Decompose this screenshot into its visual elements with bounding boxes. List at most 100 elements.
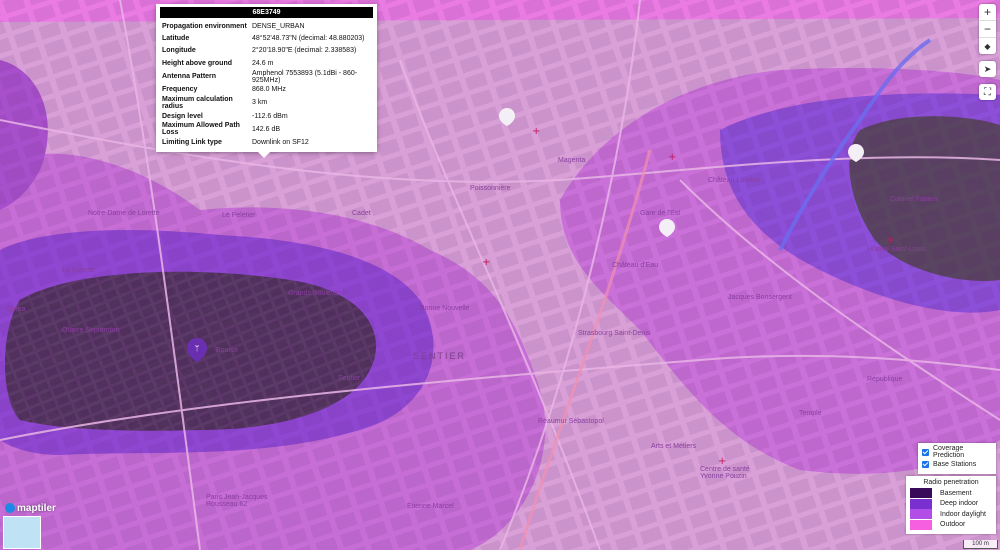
info-value: 868.0 MHz [252, 86, 286, 94]
street-label: Château Landon [708, 177, 760, 184]
street-label: Colonel Fabien [890, 196, 938, 203]
street-label: Grands Boulevards [288, 290, 348, 297]
zoom-out-button[interactable]: − [979, 21, 996, 38]
info-value: -112.6 dBm [252, 112, 288, 120]
street-label: Hôpital Saint-Louis [867, 246, 926, 253]
street-label: Cadet [352, 210, 371, 217]
station-id-header: 68E3749 [160, 7, 373, 18]
street-label: Poissonnière [470, 185, 511, 192]
info-key: Limiting Link type [162, 139, 222, 147]
station-info-popup: 68E3749 Propagation environment DENSE_URB… [156, 4, 377, 158]
street-label: Bourse [216, 347, 239, 354]
legend-swatch [910, 498, 932, 509]
maptiler-logo-icon [5, 503, 15, 513]
maptiler-logo[interactable]: maptiler [5, 502, 56, 514]
compass-button[interactable]: ◆ [979, 38, 996, 54]
fullscreen-icon[interactable]: ⛶ [979, 84, 996, 100]
info-row: Limiting Link type Downlink on SF12 [160, 136, 373, 148]
district-label: SENTIER [413, 351, 467, 361]
info-row: Longitude 2°20'18.90"E (decimal: 2.338583… [160, 45, 373, 57]
info-value: DENSE_URBAN [252, 22, 305, 30]
svg-text:+: + [668, 152, 676, 163]
street-label: Château d'Eau [612, 262, 659, 269]
street-label: Strasbourg Saint-Denis [578, 330, 651, 337]
street-label: Centre de santé Yvonne Pouzin [700, 466, 750, 480]
radio-penetration-legend: Radio penetration Basement Deep indoor Ind… [906, 476, 996, 534]
legend-item: Indoor daylight [910, 509, 996, 520]
fullscreen-control: ⛶ [979, 84, 996, 100]
svg-text:ᛘ: ᛘ [195, 344, 200, 353]
info-row: Latitude 48°52'48.73"N (decimal: 48.88020… [160, 32, 373, 44]
coverage-prediction-toggle[interactable]: Coverage Prediction [922, 445, 996, 459]
legend-item: Deep indoor [910, 498, 996, 510]
checkbox-checked-icon[interactable] [922, 448, 929, 456]
minimap[interactable] [3, 516, 41, 549]
zoom-in-button[interactable]: + [979, 4, 996, 21]
street-label: Opéra [6, 306, 26, 313]
info-key: Height above ground [162, 59, 232, 67]
legend-label: Basement [940, 489, 972, 497]
info-key: Frequency [162, 86, 198, 94]
street-label: Jacques Bonsergent [728, 294, 792, 301]
info-value: 48°52'48.73"N (decimal: 48.880203) [252, 35, 365, 43]
street-label: La Fayette [62, 267, 96, 274]
info-row: Antenna Pattern Amphenol 7553893 (5.1dBi … [160, 70, 373, 84]
street-label: Quatre Septembre [62, 327, 120, 334]
street-label: Réaumur Sébastopol [538, 418, 604, 425]
legend-label: Outdoor [940, 521, 966, 529]
info-key: Design level [162, 112, 203, 120]
info-key: Propagation environment [162, 22, 247, 30]
scale-bar: 100 m [963, 540, 998, 549]
svg-text:+: + [886, 235, 894, 246]
maptiler-logo-text: maptiler [17, 502, 56, 514]
info-row: Maximum Allowed Path Loss 142.6 dB [160, 122, 373, 136]
info-value: 142.6 dB [252, 125, 281, 133]
info-value: 2°20'18.90"E (decimal: 2.338583) [252, 47, 357, 55]
info-value: 3 km [252, 99, 268, 107]
map-canvas[interactable]: ᛘ + + + + + SENTIER Quatre Septembre Bou… [0, 0, 1000, 550]
info-key: Antenna Pattern [162, 73, 217, 81]
street-label: Notre-Dame de Lorette [88, 210, 160, 217]
locate-icon[interactable]: ➤ [979, 61, 996, 77]
street-label: Étienne Marcel [407, 503, 454, 510]
coverage-map-svg: ᛘ + + + + + [0, 0, 1000, 550]
info-key: Longitude [162, 47, 196, 55]
checkbox-checked-icon[interactable] [922, 460, 929, 468]
legend-swatch [910, 509, 932, 520]
legend-swatch [910, 519, 932, 530]
svg-text:+: + [482, 257, 490, 268]
legend-item: Outdoor [910, 519, 996, 531]
layer-toggle-panel: Coverage Prediction Base Stations [918, 443, 996, 474]
street-label: Magenta [558, 157, 586, 164]
base-stations-label: Base Stations [933, 460, 977, 468]
info-key: Maximum calculation radius [162, 95, 233, 110]
info-value: Amphenol 7553893 (5.1dBi - 860-925MHz) [252, 69, 358, 84]
station-properties-table: Propagation environment DENSE_URBAN Latitu… [160, 20, 373, 149]
legend-item: Basement [910, 488, 996, 499]
street-label: Temple [799, 410, 822, 417]
street-label: République [867, 376, 903, 383]
info-key: Latitude [162, 35, 190, 43]
info-value: Downlink on SF12 [252, 139, 309, 147]
street-label: Sentier [338, 375, 361, 382]
street-label: Gare de l'Est [640, 210, 681, 217]
street-label: Le Peletier [222, 212, 256, 219]
street-label: Arts et Métiers [651, 443, 697, 450]
geolocate-control: ➤ [979, 61, 996, 77]
info-row: Propagation environment DENSE_URBAN [160, 20, 373, 32]
info-value: 24.6 m [252, 59, 274, 67]
info-row: Maximum calculation radius 3 km [160, 96, 373, 110]
legend-label: Deep indoor [940, 500, 979, 508]
street-label: Bonne Nouvelle [420, 305, 470, 312]
legend-swatch [910, 488, 932, 499]
coverage-prediction-label: Coverage Prediction [932, 445, 965, 459]
street-label: Paris Jean-Jacques Rousseau 62 [206, 494, 268, 508]
legend-title: Radio penetration [923, 479, 979, 486]
svg-text:+: + [532, 126, 540, 137]
info-key: Maximum Allowed Path Loss [162, 122, 240, 137]
base-stations-toggle[interactable]: Base Stations [922, 458, 996, 470]
info-row: Frequency 868.0 MHz [160, 84, 373, 96]
zoom-control: + − ◆ [979, 4, 996, 54]
info-row: Design level -112.6 dBm [160, 110, 373, 122]
legend-label: Indoor daylight [940, 510, 986, 518]
